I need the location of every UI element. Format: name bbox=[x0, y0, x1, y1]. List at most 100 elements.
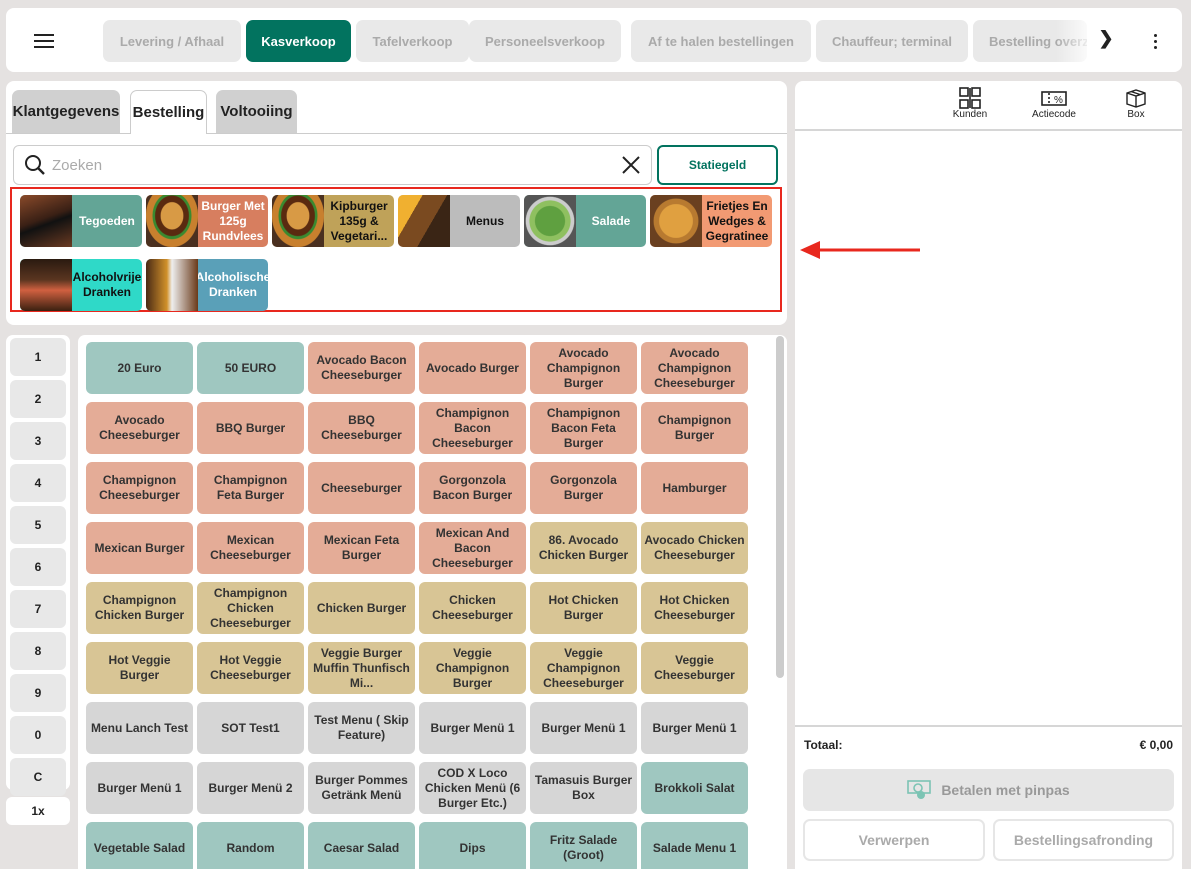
product-button[interactable]: Avocado Bacon Cheeseburger bbox=[308, 342, 415, 394]
tab-personeelsverkoop[interactable]: Personeelsverkoop bbox=[469, 20, 621, 62]
category-tile[interactable]: Frietjes En Wedges & Gegratinee bbox=[650, 195, 772, 247]
pay-by-card-button[interactable]: Betalen met pinpas bbox=[803, 769, 1174, 811]
product-button[interactable]: Chicken Burger bbox=[308, 582, 415, 634]
product-button[interactable]: Tamasuis Burger Box bbox=[530, 762, 637, 814]
product-button[interactable]: Hamburger bbox=[641, 462, 748, 514]
category-image bbox=[524, 195, 576, 247]
hamburger-menu-icon[interactable] bbox=[28, 30, 60, 54]
product-button[interactable]: Hot Chicken Burger bbox=[530, 582, 637, 634]
product-button[interactable]: Avocado Champignon Cheeseburger bbox=[641, 342, 748, 394]
search-input[interactable] bbox=[52, 157, 621, 174]
product-button[interactable]: Menu Lanch Test bbox=[86, 702, 193, 754]
product-button[interactable]: 50 EURO bbox=[197, 342, 304, 394]
actiecode-button[interactable]: % Actiecode bbox=[1019, 87, 1089, 120]
product-button[interactable]: Fritz Salade (Groot) bbox=[530, 822, 637, 869]
product-button[interactable]: Champignon Cheeseburger bbox=[86, 462, 193, 514]
product-button[interactable]: Champignon Feta Burger bbox=[197, 462, 304, 514]
category-tile[interactable]: Alcoholvrije Dranken bbox=[20, 259, 142, 311]
product-button[interactable]: Avocado Champignon Burger bbox=[530, 342, 637, 394]
product-button[interactable]: Avocado Cheeseburger bbox=[86, 402, 193, 454]
product-button[interactable]: Salade Menu 1 bbox=[641, 822, 748, 869]
product-button[interactable]: Test Menu ( Skip Feature) bbox=[308, 702, 415, 754]
product-button[interactable]: 86. Avocado Chicken Burger bbox=[530, 522, 637, 574]
chevron-right-icon[interactable]: ❯ bbox=[1096, 28, 1116, 49]
numpad-key-c[interactable]: C bbox=[10, 758, 66, 796]
product-button[interactable]: Burger Menü 1 bbox=[530, 702, 637, 754]
more-options-icon[interactable] bbox=[1142, 28, 1168, 54]
numpad: 1234567890C bbox=[6, 335, 70, 790]
product-button[interactable]: Veggie Cheeseburger bbox=[641, 642, 748, 694]
product-button[interactable]: Random bbox=[197, 822, 304, 869]
search-field[interactable] bbox=[13, 145, 652, 185]
product-button[interactable]: Burger Pommes Getränk Menü bbox=[308, 762, 415, 814]
category-tile[interactable]: Alcoholische Dranken bbox=[146, 259, 268, 311]
product-button[interactable]: Hot Chicken Cheeseburger bbox=[641, 582, 748, 634]
product-button[interactable]: Burger Menü 2 bbox=[197, 762, 304, 814]
category-tile[interactable]: Burger Met 125g Rundvlees bbox=[146, 195, 268, 247]
product-button[interactable]: Cheeseburger bbox=[308, 462, 415, 514]
numpad-key-7[interactable]: 7 bbox=[10, 590, 66, 628]
numpad-key-2[interactable]: 2 bbox=[10, 380, 66, 418]
tab-tafelverkoop[interactable]: Tafelverkoop bbox=[356, 20, 469, 62]
quantity-multiplier-button[interactable]: 1x bbox=[6, 797, 70, 825]
category-tile[interactable]: Tegoeden bbox=[20, 195, 142, 247]
product-button[interactable]: Veggie Champignon Cheeseburger bbox=[530, 642, 637, 694]
product-button[interactable]: Vegetable Salad bbox=[86, 822, 193, 869]
product-button[interactable]: Burger Menü 1 bbox=[419, 702, 526, 754]
product-button[interactable]: Gorgonzola Burger bbox=[530, 462, 637, 514]
product-button[interactable]: COD X Loco Chicken Menü (6 Burger Etc.) bbox=[419, 762, 526, 814]
discard-button[interactable]: Verwerpen bbox=[803, 819, 985, 861]
numpad-key-0[interactable]: 0 bbox=[10, 716, 66, 754]
numpad-key-9[interactable]: 9 bbox=[10, 674, 66, 712]
tab-bestelling[interactable]: Bestelling bbox=[130, 90, 207, 134]
product-button[interactable]: SOT Test1 bbox=[197, 702, 304, 754]
product-button[interactable]: Caesar Salad bbox=[308, 822, 415, 869]
clear-icon[interactable] bbox=[621, 155, 641, 175]
product-button[interactable]: BBQ Burger bbox=[197, 402, 304, 454]
scrollbar[interactable] bbox=[776, 336, 784, 678]
numpad-key-5[interactable]: 5 bbox=[10, 506, 66, 544]
finish-order-button[interactable]: Bestellingsafronding bbox=[993, 819, 1174, 861]
numpad-key-4[interactable]: 4 bbox=[10, 464, 66, 502]
order-panel: Statiegeld TegoedenBurger Met 125g Rundv… bbox=[6, 81, 787, 325]
tab-klantgegevens[interactable]: Klantgegevens bbox=[12, 90, 120, 133]
tab-kasverkoop[interactable]: Kasverkoop bbox=[246, 20, 351, 62]
category-tile[interactable]: Salade bbox=[524, 195, 646, 247]
category-tile[interactable]: Kipburger 135g & Vegetari... bbox=[272, 195, 394, 247]
product-button[interactable]: Champignon Chicken Cheeseburger bbox=[197, 582, 304, 634]
product-button[interactable]: Champignon Bacon Cheeseburger bbox=[419, 402, 526, 454]
product-button[interactable]: Mexican Feta Burger bbox=[308, 522, 415, 574]
product-button[interactable]: Avocado Burger bbox=[419, 342, 526, 394]
box-button[interactable]: Box bbox=[1101, 87, 1171, 120]
product-button[interactable]: Chicken Cheeseburger bbox=[419, 582, 526, 634]
product-button[interactable]: Gorgonzola Bacon Burger bbox=[419, 462, 526, 514]
product-button[interactable]: Dips bbox=[419, 822, 526, 869]
product-button[interactable]: Hot Veggie Burger bbox=[86, 642, 193, 694]
product-button[interactable]: Champignon Chicken Burger bbox=[86, 582, 193, 634]
product-button[interactable]: Hot Veggie Cheeseburger bbox=[197, 642, 304, 694]
numpad-key-3[interactable]: 3 bbox=[10, 422, 66, 460]
product-button[interactable]: Champignon Burger bbox=[641, 402, 748, 454]
product-button[interactable]: Mexican Burger bbox=[86, 522, 193, 574]
product-button[interactable]: Burger Menü 1 bbox=[86, 762, 193, 814]
numpad-key-1[interactable]: 1 bbox=[10, 338, 66, 376]
product-button[interactable]: Champignon Bacon Feta Burger bbox=[530, 402, 637, 454]
category-tile[interactable]: Menus bbox=[398, 195, 520, 247]
product-button[interactable]: 20 Euro bbox=[86, 342, 193, 394]
numpad-key-6[interactable]: 6 bbox=[10, 548, 66, 586]
product-button[interactable]: Brokkoli Salat bbox=[641, 762, 748, 814]
statiegeld-button[interactable]: Statiegeld bbox=[657, 145, 778, 185]
product-button[interactable]: Mexican And Bacon Cheeseburger bbox=[419, 522, 526, 574]
product-button[interactable]: Veggie Champignon Burger bbox=[419, 642, 526, 694]
product-button[interactable]: Veggie Burger Muffin Thunfisch Mi... bbox=[308, 642, 415, 694]
tab-voltooiing[interactable]: Voltooiing bbox=[216, 90, 297, 133]
product-button[interactable]: BBQ Cheeseburger bbox=[308, 402, 415, 454]
tab-chauffeur-terminal[interactable]: Chauffeur; terminal bbox=[816, 20, 968, 62]
kunden-button[interactable]: Kunden bbox=[935, 87, 1005, 120]
product-button[interactable]: Avocado Chicken Cheeseburger bbox=[641, 522, 748, 574]
product-button[interactable]: Burger Menü 1 bbox=[641, 702, 748, 754]
tab-levering-afhaal[interactable]: Levering / Afhaal bbox=[103, 20, 241, 62]
tab-af-te-halen-bestellingen[interactable]: Af te halen bestellingen bbox=[631, 20, 811, 62]
product-button[interactable]: Mexican Cheeseburger bbox=[197, 522, 304, 574]
numpad-key-8[interactable]: 8 bbox=[10, 632, 66, 670]
